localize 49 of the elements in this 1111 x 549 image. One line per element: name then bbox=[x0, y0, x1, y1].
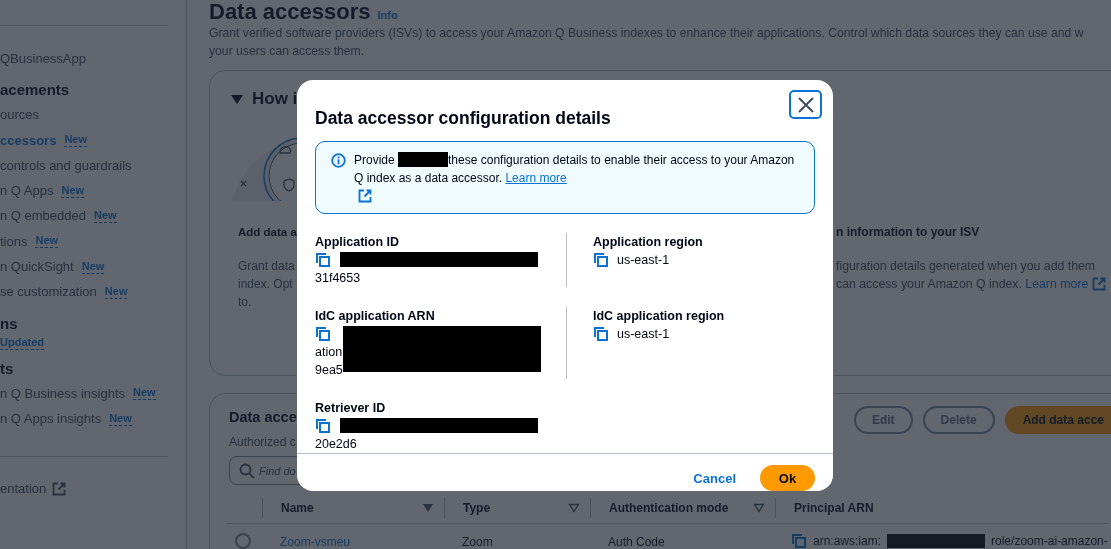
name-link[interactable]: Zoom-vsmeu bbox=[280, 535, 350, 549]
table-cell: role/zoom-ai-amazon- bbox=[991, 534, 1108, 548]
section-heading: ns bbox=[0, 313, 19, 334]
step-text: can access your Amazon Q index. bbox=[836, 277, 1022, 291]
close-button[interactable] bbox=[789, 90, 822, 119]
copy-icon[interactable] bbox=[315, 252, 331, 268]
copy-icon[interactable] bbox=[593, 326, 609, 342]
field-value: us-east-1 bbox=[617, 326, 670, 343]
info-link[interactable]: Info bbox=[377, 9, 398, 21]
field-value: ation bbox=[315, 344, 344, 361]
page-title: Data accessors bbox=[209, 0, 371, 24]
column-header[interactable]: Name bbox=[281, 500, 314, 515]
info-icon bbox=[331, 153, 346, 168]
field-value: 9ea5 bbox=[315, 362, 344, 379]
step-title: Add data a bbox=[238, 225, 298, 240]
column-header[interactable]: Authentication mode bbox=[609, 500, 729, 515]
table-cell: Zoom bbox=[462, 535, 493, 549]
dialog-title: Data accessor configuration details bbox=[315, 107, 611, 130]
column-header[interactable]: Principal ARN bbox=[794, 500, 874, 515]
field-value: us-east-1 bbox=[617, 252, 670, 269]
table-cell: Auth Code bbox=[608, 535, 665, 549]
table-cell: arn:aws:iam: bbox=[813, 534, 882, 548]
step-text: Grant data bbox=[238, 258, 296, 275]
learn-more-link[interactable]: Learn more bbox=[505, 171, 567, 185]
section-heading: acements bbox=[0, 80, 71, 101]
alert-message: Provide these configuration details to enable their access to your Amazon Q index as a data accessor. Learn more bbox=[354, 151, 804, 203]
field-label: Application region bbox=[593, 234, 704, 251]
step-title: n information to your ISV bbox=[836, 224, 981, 241]
section-heading: ts bbox=[0, 358, 15, 379]
ok-button[interactable]: Ok bbox=[760, 465, 815, 491]
field-label: IdC application region bbox=[593, 308, 726, 325]
field-label: Retriever ID bbox=[315, 400, 387, 417]
close-icon bbox=[796, 95, 815, 114]
column-header[interactable]: Type bbox=[463, 500, 491, 515]
cancel-button[interactable]: Cancel bbox=[693, 470, 736, 486]
step-text: figuration details generated when you add them bbox=[836, 258, 1097, 275]
external-link-icon[interactable] bbox=[358, 189, 372, 203]
copy-icon[interactable] bbox=[315, 418, 331, 434]
field-value: 31f4653 bbox=[315, 270, 362, 287]
step-text: to. bbox=[238, 294, 253, 311]
step-text: index. Opt bbox=[238, 276, 294, 293]
field-label: IdC application ARN bbox=[315, 308, 436, 325]
page-description: your users can access them. bbox=[209, 43, 366, 60]
panel-description: Authorized c bbox=[229, 435, 297, 449]
copy-icon[interactable] bbox=[593, 252, 609, 268]
field-value: 20e2d6 bbox=[315, 436, 358, 453]
copy-icon[interactable] bbox=[315, 326, 331, 342]
field-label: Application ID bbox=[315, 234, 401, 251]
panel-title: Data acce bbox=[229, 408, 297, 427]
